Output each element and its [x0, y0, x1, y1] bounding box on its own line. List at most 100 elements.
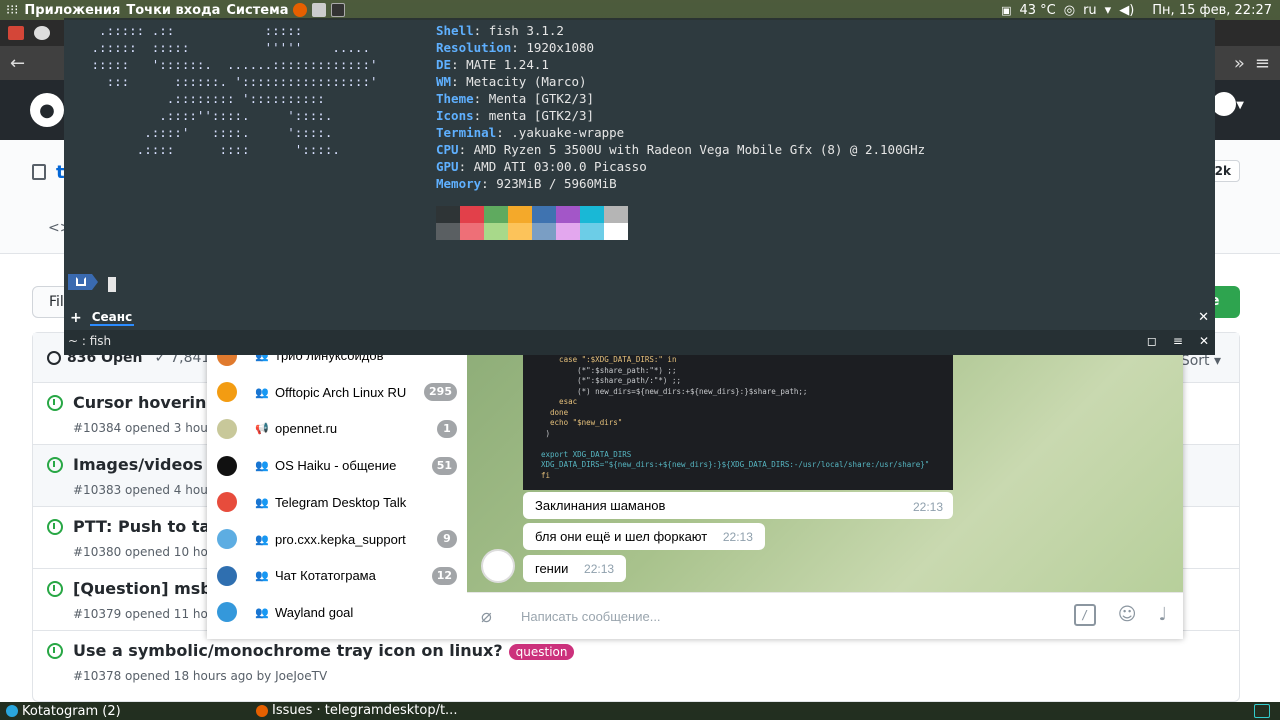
chat-list-item[interactable]: 👥 Чат Котатограма 12	[207, 557, 467, 594]
info-key: WM	[436, 74, 452, 89]
sort-dropdown[interactable]: Sort ▾	[1181, 353, 1221, 369]
taskbar-item-kotatogram[interactable]: Kotatogram (2)	[6, 704, 121, 719]
color-swatch	[508, 206, 532, 223]
info-value: menta [GTK2/3]	[488, 108, 595, 123]
info-value: .yakuake-wrappe	[511, 125, 625, 140]
maximize-icon[interactable]: ◻	[1147, 334, 1157, 348]
chat-list-item[interactable]: 👥 pro.cxx.kepka_support 9	[207, 521, 467, 558]
color-swatch	[484, 206, 508, 223]
info-value: Metacity (Marco)	[466, 74, 587, 89]
menu-applications[interactable]: Приложения	[24, 3, 120, 18]
task-label: Kotatogram (2)	[22, 703, 121, 719]
datetime[interactable]: Пн, 15 фев, 22:27	[1152, 3, 1272, 18]
user-avatar[interactable]	[1212, 92, 1236, 116]
chat-list: 👥 трио линуксоидов 👥 Offtopic Arch Linux RU…	[207, 355, 467, 639]
code-line: (*":$share_path:"*) ;;	[541, 365, 677, 375]
emoji-icon[interactable]: ☺	[1118, 604, 1137, 626]
chat-list-item[interactable]: 📢 opennet.ru 1	[207, 410, 467, 447]
chevron-down-icon[interactable]: ▼	[1236, 100, 1244, 111]
attach-icon[interactable]: ⌀	[481, 606, 503, 627]
group-icon: 👥	[255, 605, 269, 619]
issue-row[interactable]: Use a symbolic/monochrome tray icon on l…	[33, 631, 1239, 693]
keyboard-layout[interactable]: ru	[1083, 3, 1097, 18]
chat-avatar	[217, 418, 237, 439]
chat-list-item[interactable]: 👥 Wayland goal	[207, 594, 467, 631]
github-logo-icon[interactable]: ●	[30, 93, 64, 127]
overflow-icon[interactable]: »	[1234, 53, 1245, 74]
terminal-window[interactable]: .::::: .:: ::::: .::::: ::::: ''''' ....…	[64, 18, 1215, 355]
code-line: (*":$share_path/:"*) ;;	[541, 376, 681, 385]
chat-list-item[interactable]: 👥 OS Haiku - общение 51	[207, 447, 467, 484]
info-value: MATE 1.24.1	[466, 57, 549, 72]
back-icon[interactable]: ←	[10, 53, 25, 74]
message-bubble[interactable]: бля они ещё и шел форкают 22:13	[523, 523, 765, 550]
taskbar-item-firefox[interactable]: Issues · telegramdesktop/t...	[256, 703, 457, 718]
info-value: AMD Ryzen 5 3500U with Radeon Vega Mobil…	[473, 142, 926, 157]
network-icon[interactable]: ▾	[1105, 3, 1112, 18]
color-swatch	[460, 223, 484, 240]
menu-icon[interactable]: ≡	[1255, 53, 1270, 74]
menu-system[interactable]: Система	[226, 3, 288, 18]
new-session-button[interactable]: +	[70, 310, 82, 326]
chat-list-item[interactable]: 👥 трио линуксоидов	[207, 355, 467, 374]
unread-badge: 1	[437, 419, 457, 438]
code-line: )	[541, 428, 551, 438]
info-value: Menta [GTK2/3]	[488, 91, 595, 106]
color-swatch	[580, 223, 604, 240]
files-launcher-icon[interactable]	[312, 3, 327, 17]
repo-icon	[32, 164, 46, 180]
info-key: Shell	[436, 23, 474, 38]
info-key: Terminal	[436, 125, 497, 140]
color-swatch	[508, 223, 532, 240]
info-value: fish 3.1.2	[488, 23, 564, 38]
info-key: Resolution	[436, 40, 512, 55]
chat-avatar	[217, 602, 237, 623]
chat-name: трио линуксоидов	[275, 355, 384, 363]
microphone-icon[interactable]: ♩	[1159, 604, 1168, 626]
globe-icon[interactable]: ◎	[1064, 3, 1075, 18]
message-input[interactable]: Написать сообщение...	[521, 609, 661, 624]
terminal-cursor	[108, 277, 116, 292]
workspace-switcher[interactable]	[1254, 704, 1270, 718]
channel-icon: 📢	[255, 422, 269, 436]
terminal-titlebar: ~ : fish ◻ ≡ ✕	[64, 330, 1215, 355]
question-label[interactable]: question	[508, 643, 575, 660]
issue-title[interactable]: PTT: Push to talk	[73, 517, 226, 536]
code-line: export XDG_DATA_DIRS	[541, 449, 632, 459]
bottom-panel: Kotatogram (2) Issues · telegramdesktop/…	[0, 702, 1280, 720]
message-text: бля они ещё и шел форкают	[535, 529, 708, 544]
message-text: Заклинания шаманов	[535, 498, 666, 513]
info-value: AMD ATI 03:00.0 Picasso	[473, 159, 647, 174]
menu-icon[interactable]: ≡	[1173, 334, 1183, 348]
window-title: ~ : fish	[68, 334, 112, 348]
code-line: (*) new_dirs=${new_dirs:+${new_dirs}:}$s…	[541, 386, 808, 396]
close-icon[interactable]: ✕	[1199, 334, 1209, 348]
message-time: 22:13	[722, 530, 753, 544]
volume-icon[interactable]: ◀)	[1119, 3, 1134, 18]
sender-avatar[interactable]	[481, 549, 515, 583]
issue-meta: #10379 opened 11 hours	[73, 607, 227, 621]
menu-grid-icon[interactable]: ⁝⁝⁝	[6, 3, 18, 18]
tab-session[interactable]: Сеанс	[89, 310, 135, 326]
color-swatch	[556, 206, 580, 223]
bot-command-icon[interactable]: /	[1073, 604, 1096, 626]
session-tabbar: + Сеанс ✕	[64, 308, 1215, 328]
menu-places[interactable]: Точки входа	[126, 3, 220, 18]
gmail-tab-icon[interactable]	[8, 26, 24, 40]
message-bubble[interactable]: Заклинания шаманов 22:13	[523, 492, 953, 519]
firefox-launcher-icon[interactable]	[293, 3, 308, 17]
task-label: Issues · telegramdesktop/t...	[272, 703, 458, 718]
sensor-icon[interactable]: ▣	[1001, 4, 1011, 17]
chat-list-item[interactable]: 👥 Offtopic Arch Linux RU 295	[207, 374, 467, 411]
chat-list-item[interactable]: 👥 Telegram Desktop Talk	[207, 484, 467, 521]
group-icon: 👥	[255, 355, 269, 362]
chat-name: Wayland goal	[275, 604, 354, 620]
chat-avatar	[217, 565, 237, 586]
issue-title[interactable]: Use a symbolic/monochrome tray icon on l…	[73, 641, 575, 660]
close-tab-icon[interactable]: ✕	[1198, 310, 1209, 325]
color-swatch	[436, 223, 460, 240]
chat-name: OS Haiku - общение	[275, 458, 397, 474]
terminal-launcher-icon[interactable]	[331, 3, 346, 17]
github-tab-icon[interactable]	[34, 26, 50, 40]
message-bubble[interactable]: гении 22:13	[523, 555, 627, 582]
